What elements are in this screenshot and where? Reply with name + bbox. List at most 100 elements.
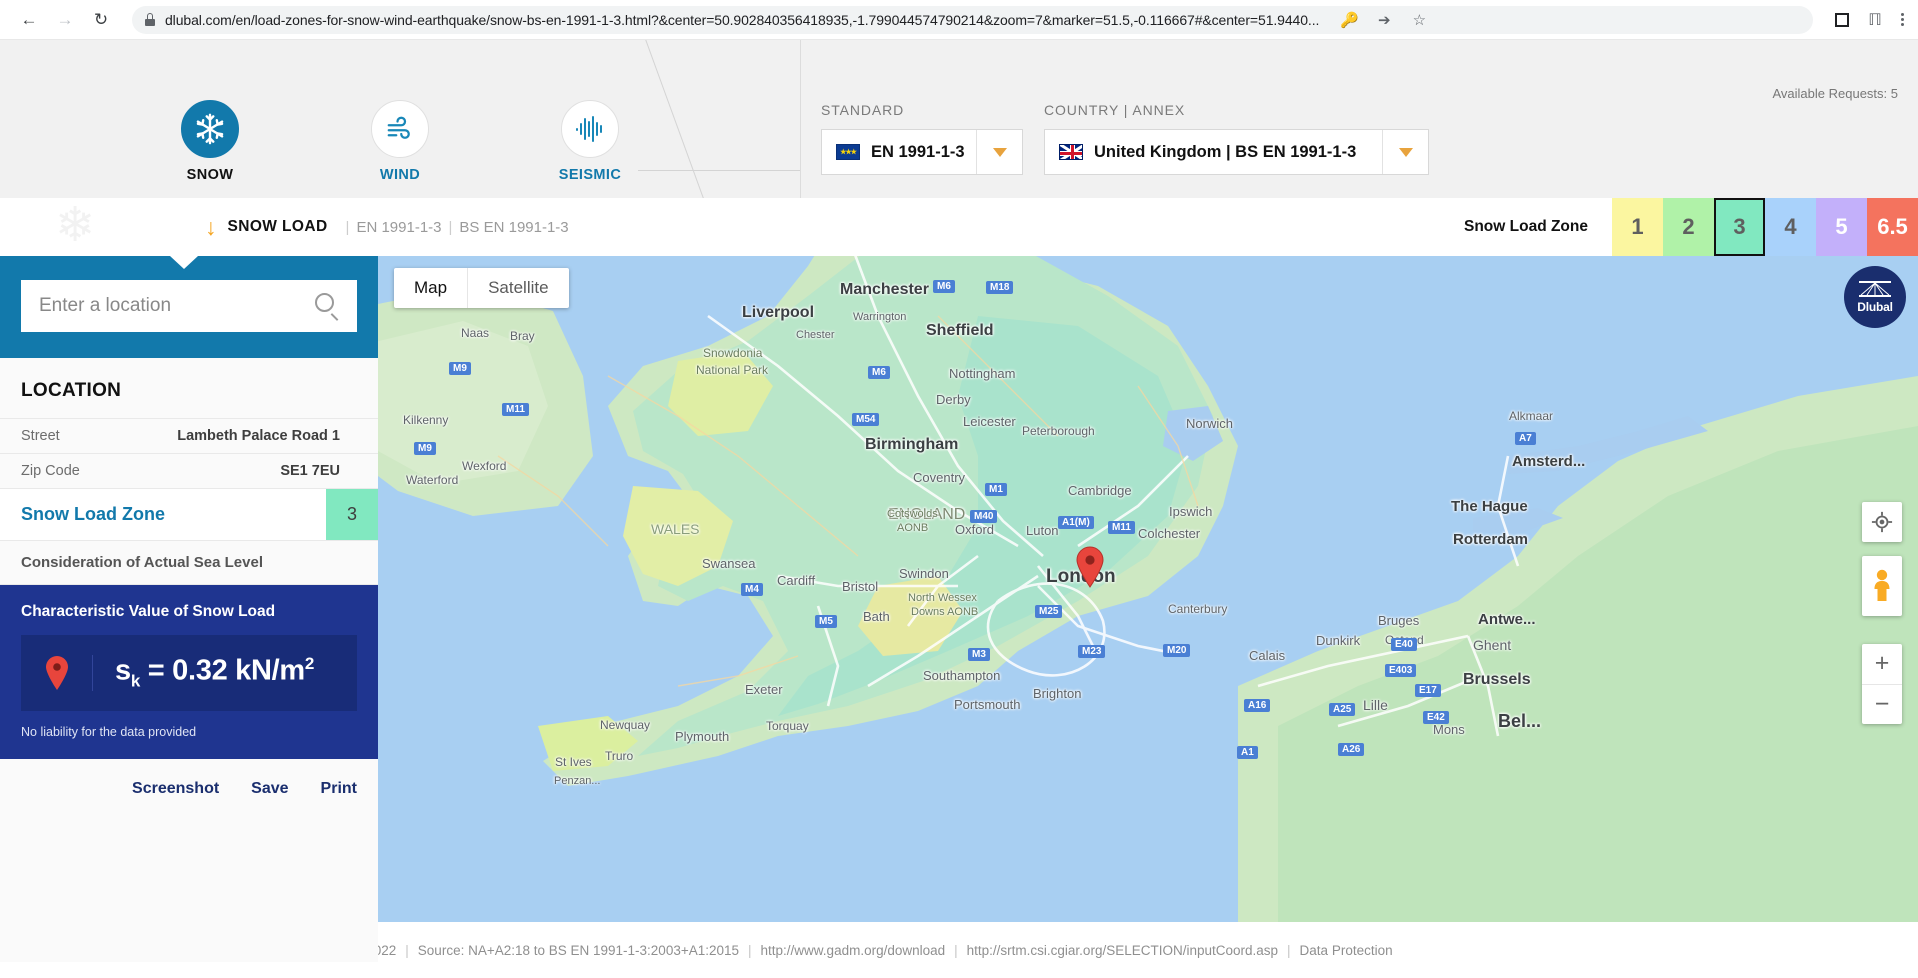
address-bar[interactable]: dlubal.com/en/load-zones-for-snow-wind-e…: [132, 6, 1813, 34]
location-marker-icon[interactable]: [1075, 546, 1105, 593]
dlubal-badge-label: Dlubal: [1857, 300, 1892, 314]
map-type-satellite[interactable]: Satellite: [468, 268, 568, 308]
search-section: [0, 256, 378, 358]
dlubal-badge[interactable]: Dlubal: [1844, 266, 1906, 328]
arrow-down-icon: ↓: [205, 216, 217, 239]
result-exponent: 2: [305, 654, 314, 673]
snow-load-result: Characteristic Value of Snow Load sk = 0…: [0, 585, 378, 759]
my-location-button[interactable]: [1862, 502, 1902, 542]
tab-seismic[interactable]: SEISMIC: [540, 100, 640, 183]
country-select-group: COUNTRY | ANNEX United Kingdom | BS EN 1…: [1044, 102, 1429, 175]
footer-link-srtm[interactable]: http://srtm.csi.cgiar.org/SELECTION/inpu…: [967, 943, 1278, 958]
result-box: sk = 0.32 kN/m2: [21, 635, 357, 711]
zone-cell-1[interactable]: 1: [1612, 198, 1663, 256]
tab-seismic-label: SEISMIC: [559, 167, 621, 183]
pegman-icon: [1870, 568, 1894, 604]
tab-snow[interactable]: SNOW: [160, 100, 260, 183]
zone-legend: Snow Load Zone 1 2 3 4 5 6.5: [1464, 198, 1918, 256]
zone-cell-4[interactable]: 4: [1765, 198, 1816, 256]
browser-toolbar: ← → ↻ dlubal.com/en/load-zones-for-snow-…: [0, 0, 1918, 40]
eu-flag-icon: ★★★: [836, 144, 860, 160]
app-header: SNOW WIND SEISMIC: [0, 40, 1918, 198]
url-text: dlubal.com/en/load-zones-for-snow-wind-e…: [165, 12, 1319, 28]
map-canvas[interactable]: ManchesterLiverpoolSheffieldWarringtonCh…: [378, 256, 1918, 962]
country-select[interactable]: United Kingdom | BS EN 1991-1-3: [1044, 129, 1429, 175]
extension-icon[interactable]: ℿ: [1866, 11, 1884, 29]
load-category-tabs: SNOW WIND SEISMIC: [0, 40, 700, 198]
back-button[interactable]: ←: [14, 5, 44, 35]
result-equals: =: [140, 655, 172, 687]
standard-select[interactable]: ★★★ EN 1991-1-3: [821, 129, 1023, 175]
forward-button[interactable]: →: [50, 5, 80, 35]
chevron-down-icon: [1399, 148, 1413, 157]
map-type-map[interactable]: Map: [394, 268, 468, 308]
field-street-key: Street: [21, 428, 177, 444]
country-value: United Kingdom | BS EN 1991-1-3: [1094, 143, 1356, 162]
sea-level-row[interactable]: Consideration of Actual Sea Level: [0, 540, 378, 585]
zone-cell-6[interactable]: 6.5: [1867, 198, 1918, 256]
field-street: Street Lambeth Palace Road 1: [0, 418, 378, 453]
zone-bar-title: ↓ SNOW LOAD |EN 1991-1-3|BS EN 1991-1-3: [205, 216, 569, 239]
sidepanel-icon[interactable]: [1835, 13, 1849, 27]
snowflake-icon: [181, 100, 239, 158]
save-button[interactable]: Save: [251, 780, 288, 798]
zoom-in-button[interactable]: +: [1862, 644, 1902, 685]
geo-zone-tool-app: SNOW WIND SEISMIC: [0, 40, 1918, 978]
zone-cell-3[interactable]: 3: [1714, 198, 1765, 256]
tab-wind-label: WIND: [380, 167, 420, 183]
map-type-switcher[interactable]: Map Satellite: [394, 268, 569, 308]
result-title: Characteristic Value of Snow Load: [21, 603, 357, 621]
standard-label: STANDARD: [821, 102, 1023, 118]
snow-load-zone-value: 3: [326, 489, 378, 540]
standard-select-group: STANDARD ★★★ EN 1991-1-3: [821, 102, 1023, 175]
chevron-down-icon: [993, 148, 1007, 157]
zone-cell-5[interactable]: 5: [1816, 198, 1867, 256]
location-sidebar: LOCATION Street Lambeth Palace Road 1 Zi…: [0, 256, 378, 962]
result-value: 0.32 kN/m: [172, 655, 305, 687]
zoom-out-button[interactable]: −: [1862, 685, 1902, 725]
share-icon[interactable]: ➔: [1375, 11, 1393, 29]
result-subscript: k: [131, 672, 140, 691]
screenshot-button[interactable]: Screenshot: [132, 780, 219, 798]
result-disclaimer: No liability for the data provided: [21, 725, 357, 739]
location-details: LOCATION Street Lambeth Palace Road 1 Zi…: [0, 358, 378, 962]
zone-legend-label: Snow Load Zone: [1464, 198, 1612, 256]
country-label: COUNTRY | ANNEX: [1044, 102, 1429, 118]
search-icon[interactable]: [315, 293, 341, 319]
field-street-value: Lambeth Palace Road 1: [177, 428, 340, 444]
standard-selectors: Available Requests: 5 STANDARD ★★★ EN 19…: [800, 40, 1918, 198]
header-divider: [638, 40, 818, 198]
standard-value: EN 1991-1-3: [871, 143, 965, 162]
field-zip-key: Zip Code: [21, 463, 280, 479]
sidebar-actions: Screenshot Save Print: [0, 759, 378, 819]
password-key-icon[interactable]: 🔑: [1340, 11, 1358, 29]
snow-load-zone-key: Snow Load Zone: [0, 489, 326, 540]
map-pin-icon: [21, 655, 93, 691]
result-symbol: s: [115, 655, 131, 687]
street-view-pegman[interactable]: [1862, 556, 1902, 616]
reload-button[interactable]: ↻: [86, 5, 116, 35]
footer-link-data-protection[interactable]: Data Protection: [1300, 943, 1393, 958]
standard-dropdown-arrow[interactable]: [976, 130, 1022, 174]
footer-link-gadm[interactable]: http://www.gadm.org/download: [761, 943, 946, 958]
menu-dots-icon[interactable]: [1901, 13, 1904, 26]
bookmark-star-icon[interactable]: ☆: [1410, 11, 1428, 29]
dlubal-frame-icon: [1858, 280, 1892, 298]
zone-bar-standard: |EN 1991-1-3|BS EN 1991-1-3: [339, 219, 569, 236]
search-box[interactable]: [21, 280, 357, 332]
wind-icon: [371, 100, 429, 158]
result-formula: sk = 0.32 kN/m2: [93, 654, 357, 691]
zoom-controls[interactable]: + −: [1862, 644, 1902, 724]
print-button[interactable]: Print: [321, 780, 357, 798]
zone-cell-2[interactable]: 2: [1663, 198, 1714, 256]
tab-snow-label: SNOW: [187, 167, 234, 183]
country-dropdown-arrow[interactable]: [1382, 130, 1428, 174]
seismic-wave-icon: [561, 100, 619, 158]
footer-source: Source: NA+A2:18 to BS EN 1991-1-3:2003+…: [418, 943, 739, 958]
tab-wind[interactable]: WIND: [350, 100, 450, 183]
lock-icon: [144, 13, 156, 26]
field-zip: Zip Code SE1 7EU: [0, 453, 378, 488]
map-tiles: [378, 256, 1918, 962]
snow-load-zone-row[interactable]: Snow Load Zone 3: [0, 488, 378, 540]
search-input[interactable]: [39, 295, 315, 317]
